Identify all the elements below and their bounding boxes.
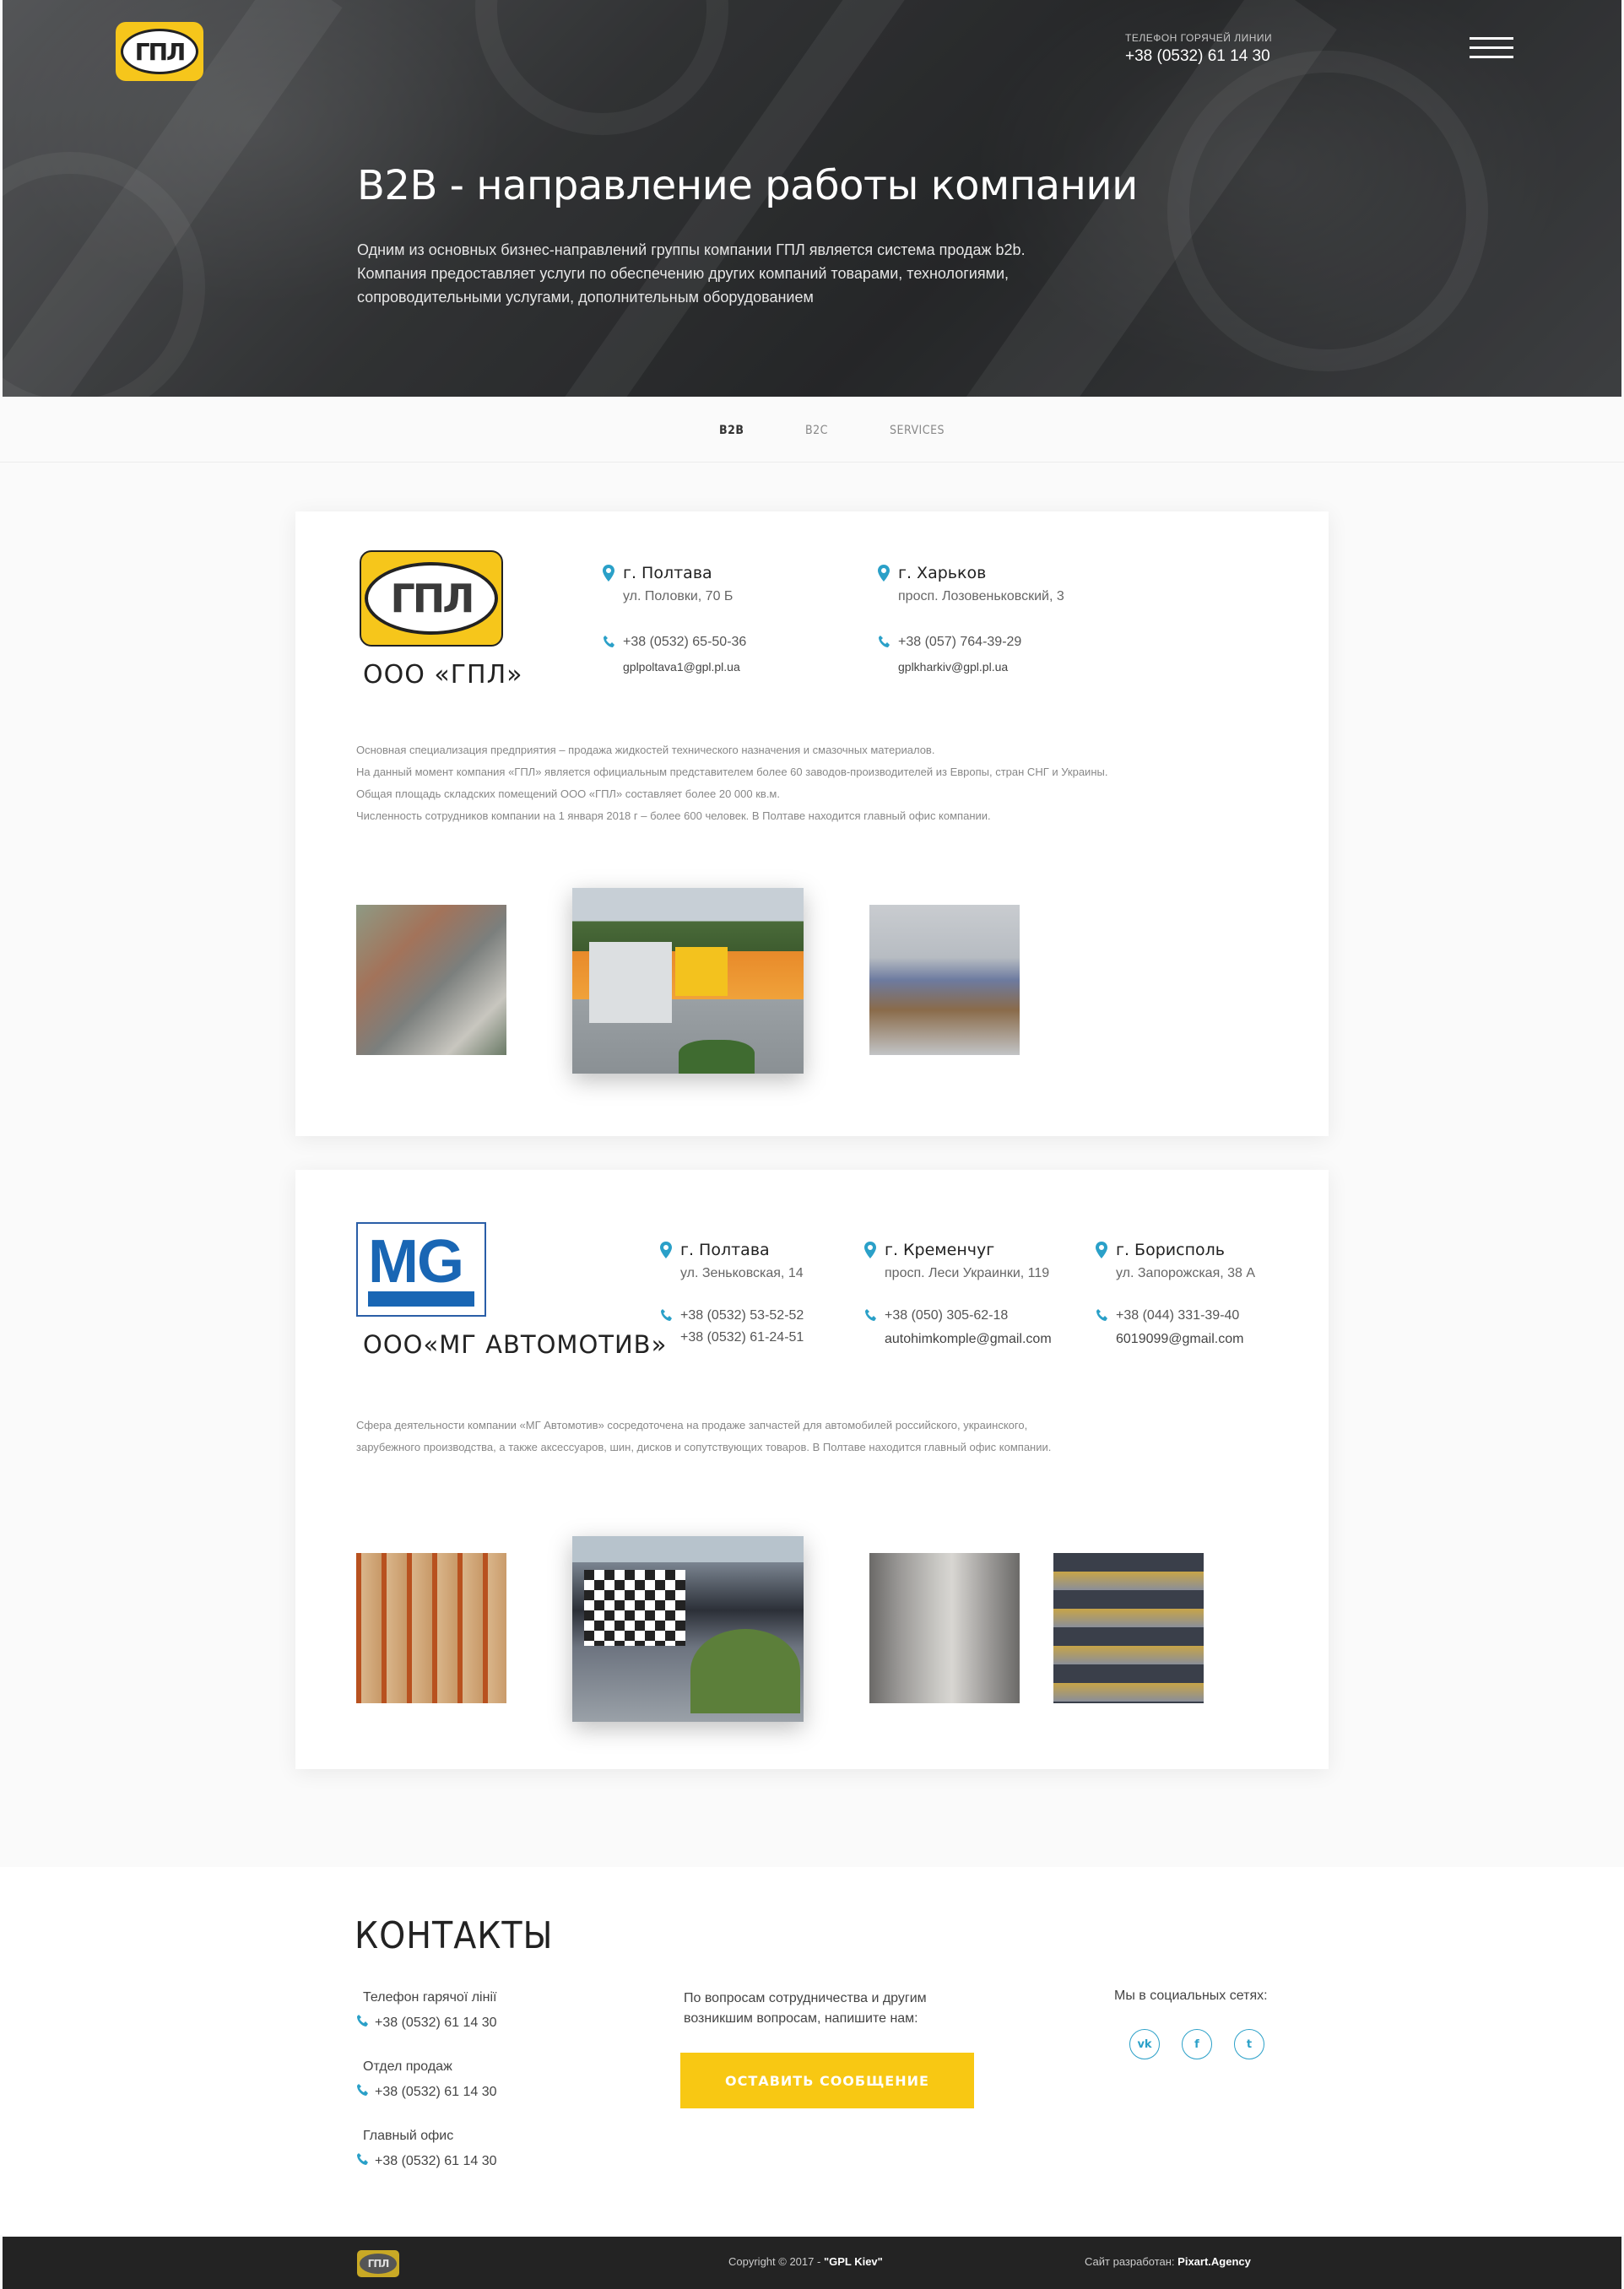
page-title: B2B - направление работы компании [357,162,1138,209]
company-name: ООО«МГ АВТОМОТИВ» [363,1330,668,1359]
location-phone[interactable]: +38 (0532) 53-52-52 [680,1308,804,1323]
phone-icon [865,1309,876,1321]
tab-b2b[interactable]: B2B [719,424,744,437]
description-line: Численность сотрудников компании на 1 ян… [356,809,991,822]
site-logo-text: ГПЛ [134,37,187,66]
contact-phone[interactable]: +38 (0532) 61 14 30 [375,2085,497,2100]
description-line: Общая площадь складских помещений ООО «Г… [356,787,780,800]
phone-icon [661,1309,672,1321]
phone-icon [357,2153,368,2165]
social-caption: Мы в социальных сетях: [1114,1989,1268,2003]
company-name: ООО «ГПЛ» [363,660,523,690]
location-phone[interactable]: +38 (050) 305-62-18 [885,1308,1008,1323]
hero-description: Одним из основных бизнес-направлений гру… [357,241,1026,306]
company-card-gpl: ГПЛ ООО «ГПЛ» г. Полтава ул. Половки, 70… [295,511,1329,1136]
facebook-icon[interactable]: f [1182,2029,1212,2059]
location-phone[interactable]: +38 (057) 764-39-29 [898,635,1021,650]
map-pin-icon [878,565,890,582]
gpl-office-photo[interactable] [572,888,804,1074]
map-pin-icon [1096,1242,1107,1258]
contacts-title: КОНТАКТЫ [355,1914,554,1957]
contact-label: Телефон гарячої лінії [363,1990,497,2005]
phone-icon [357,2084,368,2096]
location-city: г. Полтава [623,564,712,582]
direction-tabs: B2B B2C SERVICES [0,397,1624,463]
menu-icon[interactable] [1470,37,1513,59]
mg-store-photo[interactable] [1053,1553,1204,1703]
location-city: г. Харьков [898,564,987,582]
footer-logo[interactable]: ГПЛ [357,2250,399,2277]
location-phone[interactable]: +38 (0532) 65-50-36 [623,635,746,650]
location-address: ул. Зеньковская, 14 [680,1266,804,1280]
location-email[interactable]: gplpoltava1@gpl.pl.ua [623,660,740,674]
description-line: зарубежного производства, а также аксесс… [356,1441,1052,1453]
location-city: г. Полтава [680,1241,770,1259]
mg-aisle-photo[interactable] [869,1553,1020,1703]
location-email[interactable]: 6019099@gmail.com [1116,1332,1243,1347]
site-logo[interactable]: ГПЛ [116,22,203,81]
hotline-phone[interactable]: +38 (0532) 61 14 30 [1125,47,1270,66]
tab-services[interactable]: SERVICES [890,424,945,437]
gpl-aerial-photo[interactable] [356,905,506,1055]
location-city: г. Борисполь [1116,1241,1225,1259]
cooperation-text: По вопросам сотрудничества и другим возн… [684,1991,927,2026]
phone-icon [357,2015,368,2027]
contact-label: Отдел продаж [363,2059,452,2074]
gpl-company-logo: ГПЛ [360,550,503,647]
location-phone[interactable]: +38 (044) 331-39-40 [1116,1308,1239,1323]
phone-icon [879,636,890,647]
location-email[interactable]: autohimkomple@gmail.com [885,1332,1052,1347]
mg-shelves-photo[interactable] [356,1553,506,1703]
hero-banner: ГПЛ ТЕЛЕФОН ГОРЯЧЕЙ ЛИНИИ +38 (0532) 61 … [3,0,1621,397]
gpl-logo-text: ГПЛ [390,576,474,621]
location-city: г. Кременчуг [885,1241,995,1259]
contact-label: Главный офис [363,2129,454,2143]
contact-phone[interactable]: +38 (0532) 61 14 30 [375,2154,497,2169]
phone-icon [604,636,614,647]
copyright-prefix: Copyright © 2017 - [728,2255,821,2268]
leave-message-button[interactable]: ОСТАВИТЬ СООБЩЕНИЕ [680,2053,974,2108]
contacts-section: КОНТАКТЫ Телефон гарячої лінії +38 (0532… [0,1867,1624,2235]
contact-phone[interactable]: +38 (0532) 61 14 30 [375,2016,497,2031]
phone-icon [1096,1309,1107,1321]
description-line: На данный момент компания «ГПЛ» является… [356,766,1108,778]
location-address: ул. Половки, 70 Б [623,589,734,603]
company-description: Основная специализация предприятия – про… [356,739,1107,827]
map-pin-icon [603,565,614,582]
mg-company-logo: MG [356,1222,486,1317]
location-address: просп. Леси Украинки, 119 [885,1266,1050,1280]
developer-credit: Сайт разработан: Pixart.Agency [1085,2255,1251,2268]
copyright-brand: "GPL Kiev" [823,2255,883,2268]
mg-logo-text: MG [368,1228,464,1296]
location-address: просп. Лозовеньковский, 3 [898,589,1064,603]
developer-prefix: Сайт разработан: [1085,2255,1175,2268]
description-line: Основная специализация предприятия – про… [356,744,935,756]
developer-link[interactable]: Pixart.Agency [1177,2255,1251,2268]
twitter-icon[interactable]: t [1234,2029,1264,2059]
location-phone-2[interactable]: +38 (0532) 61-24-51 [680,1330,804,1345]
map-pin-icon [864,1242,876,1258]
site-footer: ГПЛ Copyright © 2017 - "GPL Kiev" Сайт р… [3,2237,1621,2289]
footer-logo-text: ГПЛ [367,2258,390,2270]
copyright: Copyright © 2017 - "GPL Kiev" [728,2255,883,2268]
description-line: Сфера деятельности компании «МГ Автомоти… [356,1419,1028,1431]
map-pin-icon [660,1242,672,1258]
location-address: ул. Запорожская, 38 А [1116,1266,1256,1280]
location-email[interactable]: gplkharkiv@gpl.pl.ua [898,660,1008,674]
company-card-mg: MG ООО«МГ АВТОМОТИВ» г. Полтава ул. Зень… [295,1170,1329,1769]
tab-b2c[interactable]: B2C [805,424,828,437]
gpl-warehouse-photo[interactable] [869,905,1020,1055]
vk-icon[interactable]: vk [1129,2029,1160,2059]
company-description: Сфера деятельности компании «МГ Автомоти… [356,1415,1051,1458]
hotline-caption: ТЕЛЕФОН ГОРЯЧЕЙ ЛИНИИ [1125,32,1273,44]
mg-office-photo[interactable] [572,1536,804,1722]
